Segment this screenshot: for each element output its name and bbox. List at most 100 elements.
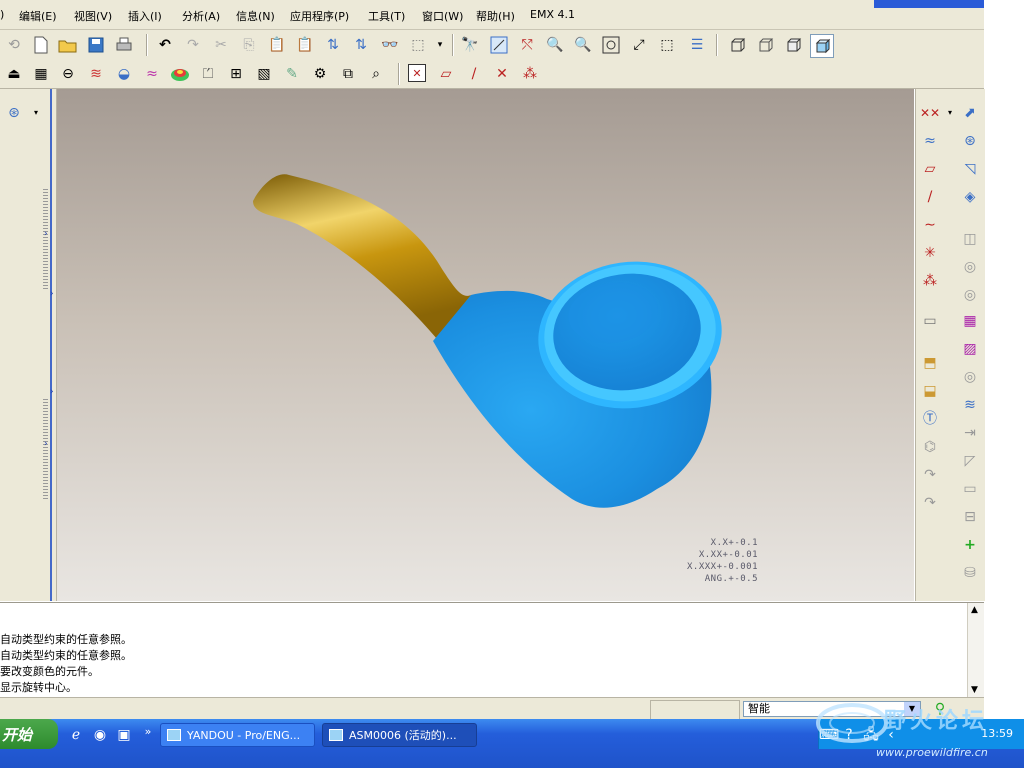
copy-icon[interactable]: ⎘ (239, 35, 259, 55)
zoom-out-icon[interactable]: 🔍 (573, 35, 593, 55)
orient-mode-icon[interactable] (489, 35, 509, 55)
extrude-icon[interactable]: ⬈ (960, 103, 980, 123)
menu-tools[interactable]: 工具(T) (368, 8, 405, 24)
menu-emx[interactable]: EMX 4.1 (530, 8, 575, 21)
blend-icon[interactable]: ◈ (960, 187, 980, 207)
hatch-icon[interactable]: ▧ (254, 64, 274, 84)
scroll-up-icon[interactable]: ▲ (971, 605, 978, 615)
menu-help[interactable]: 帮助(H) (476, 8, 515, 24)
menu-insert[interactable]: 插入(I) (128, 8, 162, 24)
datum-axis-display-icon[interactable]: / (464, 64, 484, 84)
pencil-icon[interactable]: ✎ (282, 64, 302, 84)
regenerate-icon[interactable]: ⇅ (323, 35, 343, 55)
chevron-down-icon[interactable]: ▾ (26, 103, 46, 123)
chevron-right-icon[interactable]: › (44, 439, 48, 449)
offset-icon[interactable]: ⇥ (960, 423, 980, 443)
zoom-in-icon[interactable]: 🔍 (545, 35, 565, 55)
draft-check-icon[interactable]: ⏍ (198, 64, 218, 84)
ie-icon[interactable]: ℯ (66, 725, 86, 745)
pattern-icon[interactable]: ▦ (960, 311, 980, 331)
sweep-icon[interactable]: ◹ (960, 159, 980, 179)
undo-context-icon[interactable]: ⟲ (4, 35, 24, 55)
analysis-feature-icon[interactable]: ⁂ (920, 271, 940, 291)
datum-axis-icon[interactable]: ⤲ (517, 35, 537, 55)
refit-icon[interactable] (601, 35, 621, 55)
rotate-icon[interactable]: ↷ (920, 465, 940, 485)
saved-views-icon[interactable]: ⬚ (657, 35, 677, 55)
menu-window[interactable]: 窗口(W) (422, 8, 463, 24)
chevron-right-icon[interactable]: » (138, 721, 158, 741)
panel-resize-grip[interactable] (43, 189, 48, 289)
task-yandou[interactable]: YANDOU - Pro/ENG... (160, 723, 315, 747)
save-icon[interactable] (86, 35, 106, 55)
create-component-icon[interactable]: ⬓ (920, 381, 940, 401)
menu-info[interactable]: 信息(N) (236, 8, 275, 24)
task-asm0006[interactable]: ASM0006 (活动的)... (322, 723, 477, 747)
revolve-icon[interactable]: ⊛ (960, 131, 980, 151)
repeat-icon[interactable]: ⌬ (920, 437, 940, 457)
find-binoculars-icon[interactable]: 👓 (380, 35, 400, 55)
graphics-window[interactable]: X.X+-0.1 X.XX+-0.01 X.XXX+-0.001 ANG.+-0… (57, 89, 914, 601)
paste-icon[interactable]: 📋 (267, 35, 287, 55)
chevron-right-icon[interactable]: › (50, 289, 54, 299)
open-folder-icon[interactable] (58, 35, 78, 55)
model-tree-icon[interactable]: ⧉ (338, 64, 358, 84)
paste-special-icon[interactable]: 📋 (295, 35, 315, 55)
chamfer-icon[interactable]: ◸ (960, 451, 980, 471)
regenerate-manager-icon[interactable]: ⇅ (351, 35, 371, 55)
datum-curve-icon[interactable]: ∼ (920, 215, 940, 235)
rib-icon[interactable]: ◎ (960, 285, 980, 305)
pipe-model[interactable] (57, 89, 914, 601)
insert-component-icon[interactable]: ⬒ (920, 353, 940, 373)
panel-resize-grip[interactable] (43, 399, 48, 499)
wireframe-icon[interactable] (727, 35, 747, 55)
print-icon[interactable] (114, 35, 134, 55)
sketch-curve-icon[interactable]: ≈ (920, 131, 940, 151)
model-tree-settings-icon[interactable]: ⊛ (4, 103, 24, 123)
sash-divider[interactable] (50, 89, 52, 601)
round-icon[interactable]: ◎ (960, 367, 980, 387)
scroll-down-icon[interactable]: ▼ (971, 685, 978, 695)
curvature-icon[interactable]: ≋ (86, 64, 106, 84)
surface-analysis-icon[interactable]: ◒ (114, 64, 134, 84)
menu-file[interactable]: ) (0, 8, 4, 21)
chevron-down-icon[interactable]: ▾ (430, 35, 450, 55)
shading-icon[interactable] (810, 34, 834, 58)
measure-icon[interactable]: ⊞ (226, 64, 246, 84)
coordinate-system-icon[interactable]: ✳ (920, 243, 940, 263)
datum-csys-icon[interactable]: ⁂ (520, 64, 540, 84)
datum-axis-tool-icon[interactable]: / (920, 187, 940, 207)
datum-point-icon[interactable]: ✕ (492, 64, 512, 84)
start-button[interactable]: 开始 (0, 719, 58, 749)
hole-icon[interactable]: ◫ (960, 229, 980, 249)
menu-view[interactable]: 视图(V) (74, 8, 112, 24)
selection-box-icon[interactable]: ⬚ (408, 35, 428, 55)
plane-display-icon[interactable]: ✕ (408, 64, 426, 82)
desktop-icon[interactable]: ▣ (114, 725, 134, 745)
shell-icon[interactable]: ◎ (960, 257, 980, 277)
cut-out-icon[interactable]: ▭ (960, 479, 980, 499)
shade-analysis-icon[interactable] (170, 64, 190, 84)
model-tree-panel[interactable]: ⊛ ▾ › › › › (0, 89, 57, 601)
spin-center-icon[interactable]: 🔭 (460, 35, 480, 55)
sketch-tool-icon[interactable]: ▭ (920, 311, 940, 331)
grid-icon[interactable]: ▦ (31, 64, 51, 84)
chevron-right-icon[interactable]: › (50, 387, 54, 397)
add-icon[interactable]: + (960, 535, 980, 555)
chevron-right-icon[interactable]: › (44, 229, 48, 239)
reflection-icon[interactable]: ≈ (142, 64, 162, 84)
media-icon[interactable]: ◉ (90, 725, 110, 745)
skeleton-icon[interactable]: ⛁ (960, 563, 980, 583)
gear-icon[interactable]: ⚙ (310, 64, 330, 84)
layers-icon[interactable]: ☰ (687, 35, 707, 55)
datum-plane-icon[interactable]: ▱ (436, 64, 456, 84)
section-icon[interactable]: ⊖ (58, 64, 78, 84)
menu-applications[interactable]: 应用程序(P) (290, 8, 349, 24)
menu-analysis[interactable]: 分析(A) (182, 8, 220, 24)
datum-point-tool-icon[interactable]: ✕✕ (920, 103, 940, 123)
no-hidden-icon[interactable] (783, 35, 803, 55)
cut-icon[interactable]: ✂ (211, 35, 231, 55)
undo-icon[interactable]: ↶ (155, 35, 175, 55)
message-scrollbar[interactable]: ▲ ▼ (967, 603, 984, 697)
menu-edit[interactable]: 编辑(E) (19, 8, 57, 24)
